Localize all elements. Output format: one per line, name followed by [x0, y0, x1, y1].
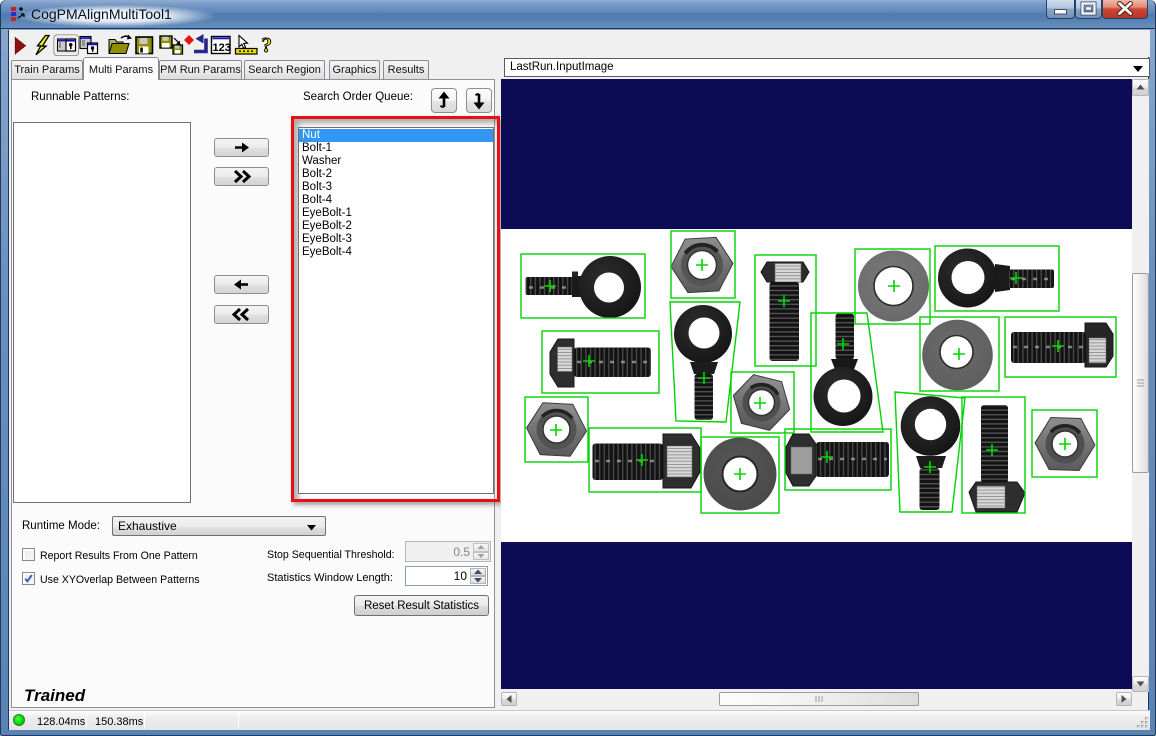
svg-text:123: 123 [213, 42, 231, 54]
svg-text:?: ? [262, 33, 273, 57]
